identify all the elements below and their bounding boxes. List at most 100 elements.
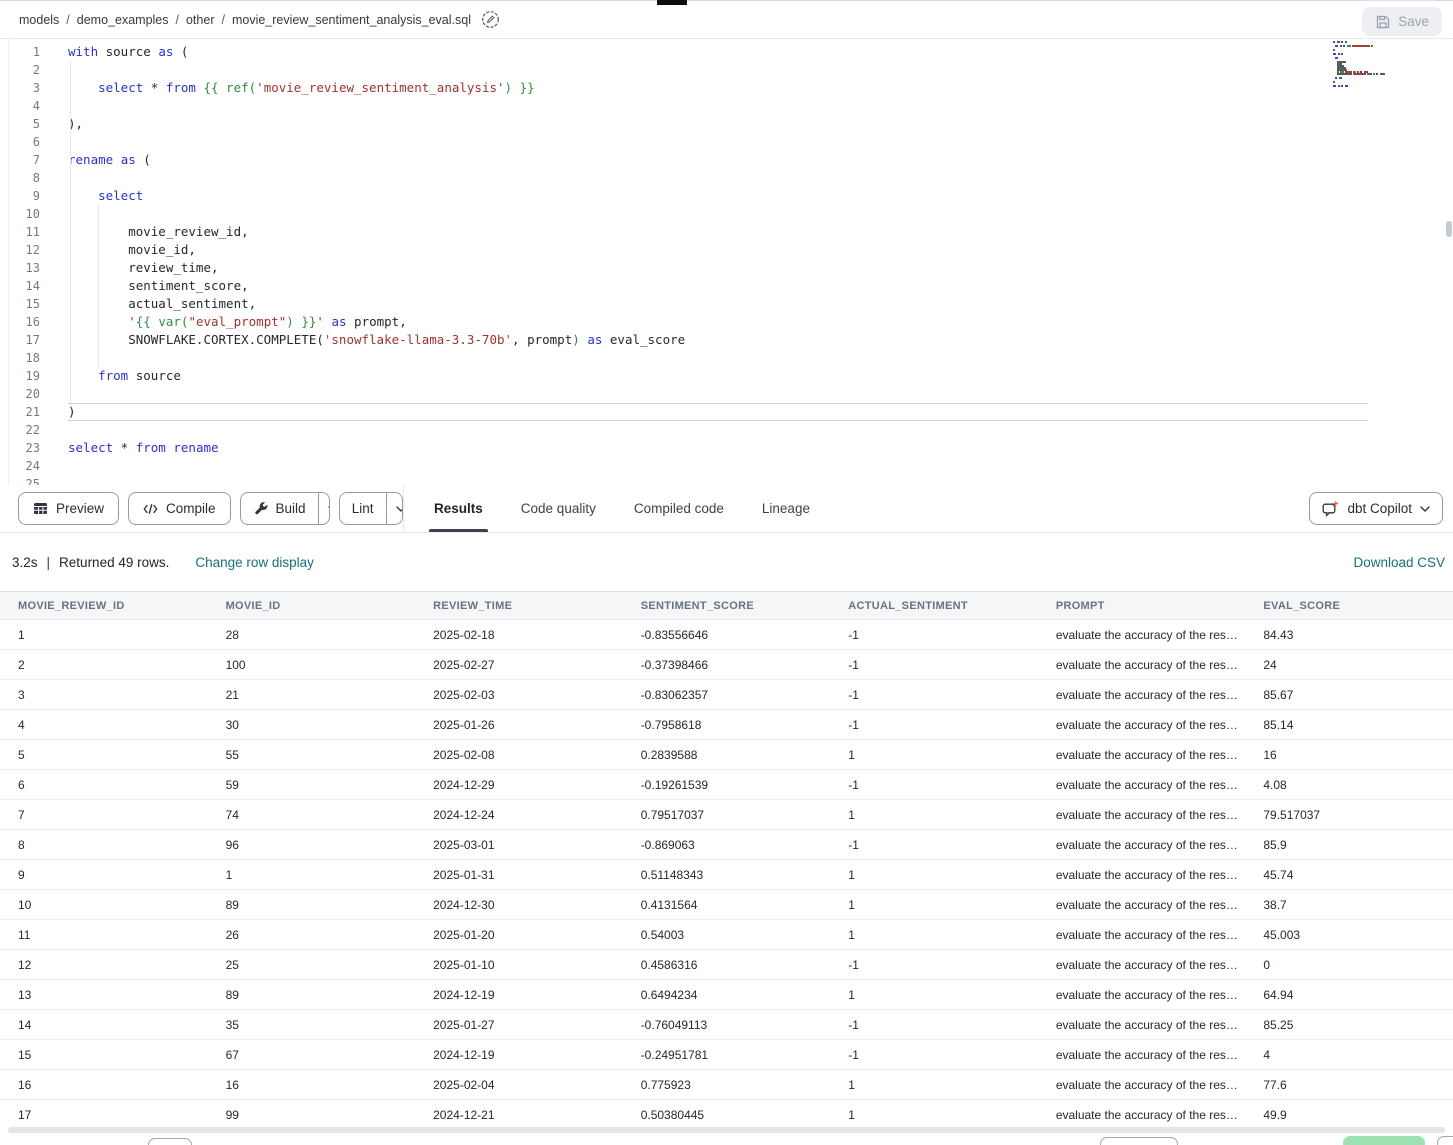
preview-table-icon xyxy=(33,501,48,516)
cell: 12 xyxy=(0,950,208,980)
cell: 1 xyxy=(830,800,1038,830)
prompt-cell: evaluate the accuracy of the res… xyxy=(1038,950,1246,980)
line-number: 18 xyxy=(0,349,40,367)
bottom-cutoff-button[interactable] xyxy=(1100,1137,1178,1145)
prompt-preview-text: evaluate the accuracy of the res… xyxy=(1056,808,1238,822)
code-line xyxy=(68,421,1453,439)
cell: -0.83556646 xyxy=(623,620,831,650)
minimap[interactable] xyxy=(1333,41,1427,93)
build-dropdown-chevron[interactable] xyxy=(318,493,330,524)
save-button[interactable]: Save xyxy=(1362,7,1442,36)
cell: 28 xyxy=(208,620,416,650)
code-line: select xyxy=(68,187,1453,205)
bottom-cutoff-green-pill[interactable] xyxy=(1343,1136,1425,1145)
row-count-text: Returned 49 rows. xyxy=(59,555,169,570)
bottom-cutoff-button[interactable] xyxy=(148,1138,192,1145)
top-edge-artifact xyxy=(657,0,687,5)
status-divider: | xyxy=(47,555,51,570)
breadcrumb-item-movie-review-sentiment-analysis-eval-sql[interactable]: movie_review_sentiment_analysis_eval.sql xyxy=(232,13,471,27)
cell: 9 xyxy=(0,860,208,890)
tab-results[interactable]: Results xyxy=(434,485,483,532)
cell: 0.54003 xyxy=(623,920,831,950)
cell: 2025-02-18 xyxy=(415,620,623,650)
code-line: sentiment_score, xyxy=(68,277,1453,295)
line-number: 10 xyxy=(0,205,40,223)
tab-lineage[interactable]: Lineage xyxy=(762,485,810,532)
cell: 1 xyxy=(830,860,1038,890)
cell: 30 xyxy=(208,710,416,740)
prompt-preview-text: evaluate the accuracy of the res… xyxy=(1056,958,1238,972)
breadcrumb-separator: / xyxy=(176,13,179,27)
dbt-ide-app: models/demo_examples/other/movie_review_… xyxy=(0,0,1453,1145)
editor-vertical-scrollbar[interactable] xyxy=(1446,221,1452,237)
prompt-cell: evaluate the accuracy of the res… xyxy=(1038,1100,1246,1128)
lint-split-button: Lint xyxy=(339,492,403,525)
line-number: 2 xyxy=(0,61,40,79)
table-row: 10892024-12-300.41315641evaluate the acc… xyxy=(0,890,1453,920)
cell: 13 xyxy=(0,980,208,1010)
code-line: movie_review_id, xyxy=(68,223,1453,241)
cell: 8 xyxy=(0,830,208,860)
cell: 4 xyxy=(0,710,208,740)
prompt-preview-text: evaluate the accuracy of the res… xyxy=(1056,988,1238,1002)
lint-button[interactable]: Lint xyxy=(340,493,386,524)
results-header-row: MOVIE_REVIEW_IDMOVIE_IDREVIEW_TIMESENTIM… xyxy=(0,592,1453,620)
line-number: 6 xyxy=(0,133,40,151)
cell: 59 xyxy=(208,770,416,800)
download-csv-link[interactable]: Download CSV xyxy=(1353,555,1445,570)
edit-filename-icon[interactable] xyxy=(481,10,500,29)
column-header-prompt: PROMPT xyxy=(1038,592,1246,620)
lint-dropdown-chevron[interactable] xyxy=(386,493,403,524)
code-line xyxy=(68,475,1453,485)
cell: 2 xyxy=(0,650,208,680)
code-line xyxy=(68,97,1453,115)
cell: 2024-12-19 xyxy=(415,1040,623,1070)
cell: 67 xyxy=(208,1040,416,1070)
eval-score-cell: 85.25 xyxy=(1245,1010,1453,1040)
eval-score-cell: 85.67 xyxy=(1245,680,1453,710)
line-number: 5 xyxy=(0,115,40,133)
cell: 2025-01-27 xyxy=(415,1010,623,1040)
cell: 11 xyxy=(0,920,208,950)
table-row: 8962025-03-01-0.869063-1evaluate the acc… xyxy=(0,830,1453,860)
prompt-cell: evaluate the accuracy of the res… xyxy=(1038,710,1246,740)
eval-score-cell: 79.517037 xyxy=(1245,800,1453,830)
breadcrumb-item-other[interactable]: other xyxy=(186,13,215,27)
cell: 21 xyxy=(208,680,416,710)
breadcrumb-item-demo-examples[interactable]: demo_examples xyxy=(77,13,169,27)
code-line xyxy=(68,133,1453,151)
change-row-display-link[interactable]: Change row display xyxy=(195,555,314,570)
cell: 1 xyxy=(208,860,416,890)
eval-score-cell: 84.43 xyxy=(1245,620,1453,650)
horizontal-scrollbar[interactable] xyxy=(8,1127,1445,1133)
code-editor[interactable]: 1234567891011121314151617181920212223242… xyxy=(0,39,1453,485)
compile-button[interactable]: Compile xyxy=(128,492,231,525)
cell: 2025-02-27 xyxy=(415,650,623,680)
preview-button[interactable]: Preview xyxy=(18,492,119,525)
dbt-copilot-button[interactable]: dbt Copilot xyxy=(1309,492,1443,525)
prompt-preview-text: evaluate the accuracy of the res… xyxy=(1056,688,1238,702)
eval-score-cell: 45.003 xyxy=(1245,920,1453,950)
cell: -0.37398466 xyxy=(623,650,831,680)
cell: -1 xyxy=(830,650,1038,680)
line-number: 3 xyxy=(0,79,40,97)
line-number: 19 xyxy=(0,367,40,385)
cell: -1 xyxy=(830,710,1038,740)
cell: 0.775923 xyxy=(623,1070,831,1100)
table-row: 3212025-02-03-0.83062357-1evaluate the a… xyxy=(0,680,1453,710)
code-line: select * from {{ ref('movie_review_senti… xyxy=(68,79,1453,97)
column-header-movie-review-id: MOVIE_REVIEW_ID xyxy=(0,592,208,620)
tab-code-quality[interactable]: Code quality xyxy=(521,485,596,532)
line-number: 8 xyxy=(0,169,40,187)
cell: 1 xyxy=(830,920,1038,950)
cell: 1 xyxy=(830,1100,1038,1128)
save-icon xyxy=(1375,14,1391,30)
breadcrumb-item-models[interactable]: models xyxy=(19,13,59,27)
bottom-cutoff-button[interactable] xyxy=(1437,1136,1453,1145)
line-number: 12 xyxy=(0,241,40,259)
line-number: 9 xyxy=(0,187,40,205)
build-button[interactable]: Build xyxy=(241,493,318,524)
indent-guide xyxy=(70,61,71,403)
code-line: review_time, xyxy=(68,259,1453,277)
tab-compiled-code[interactable]: Compiled code xyxy=(634,485,724,532)
